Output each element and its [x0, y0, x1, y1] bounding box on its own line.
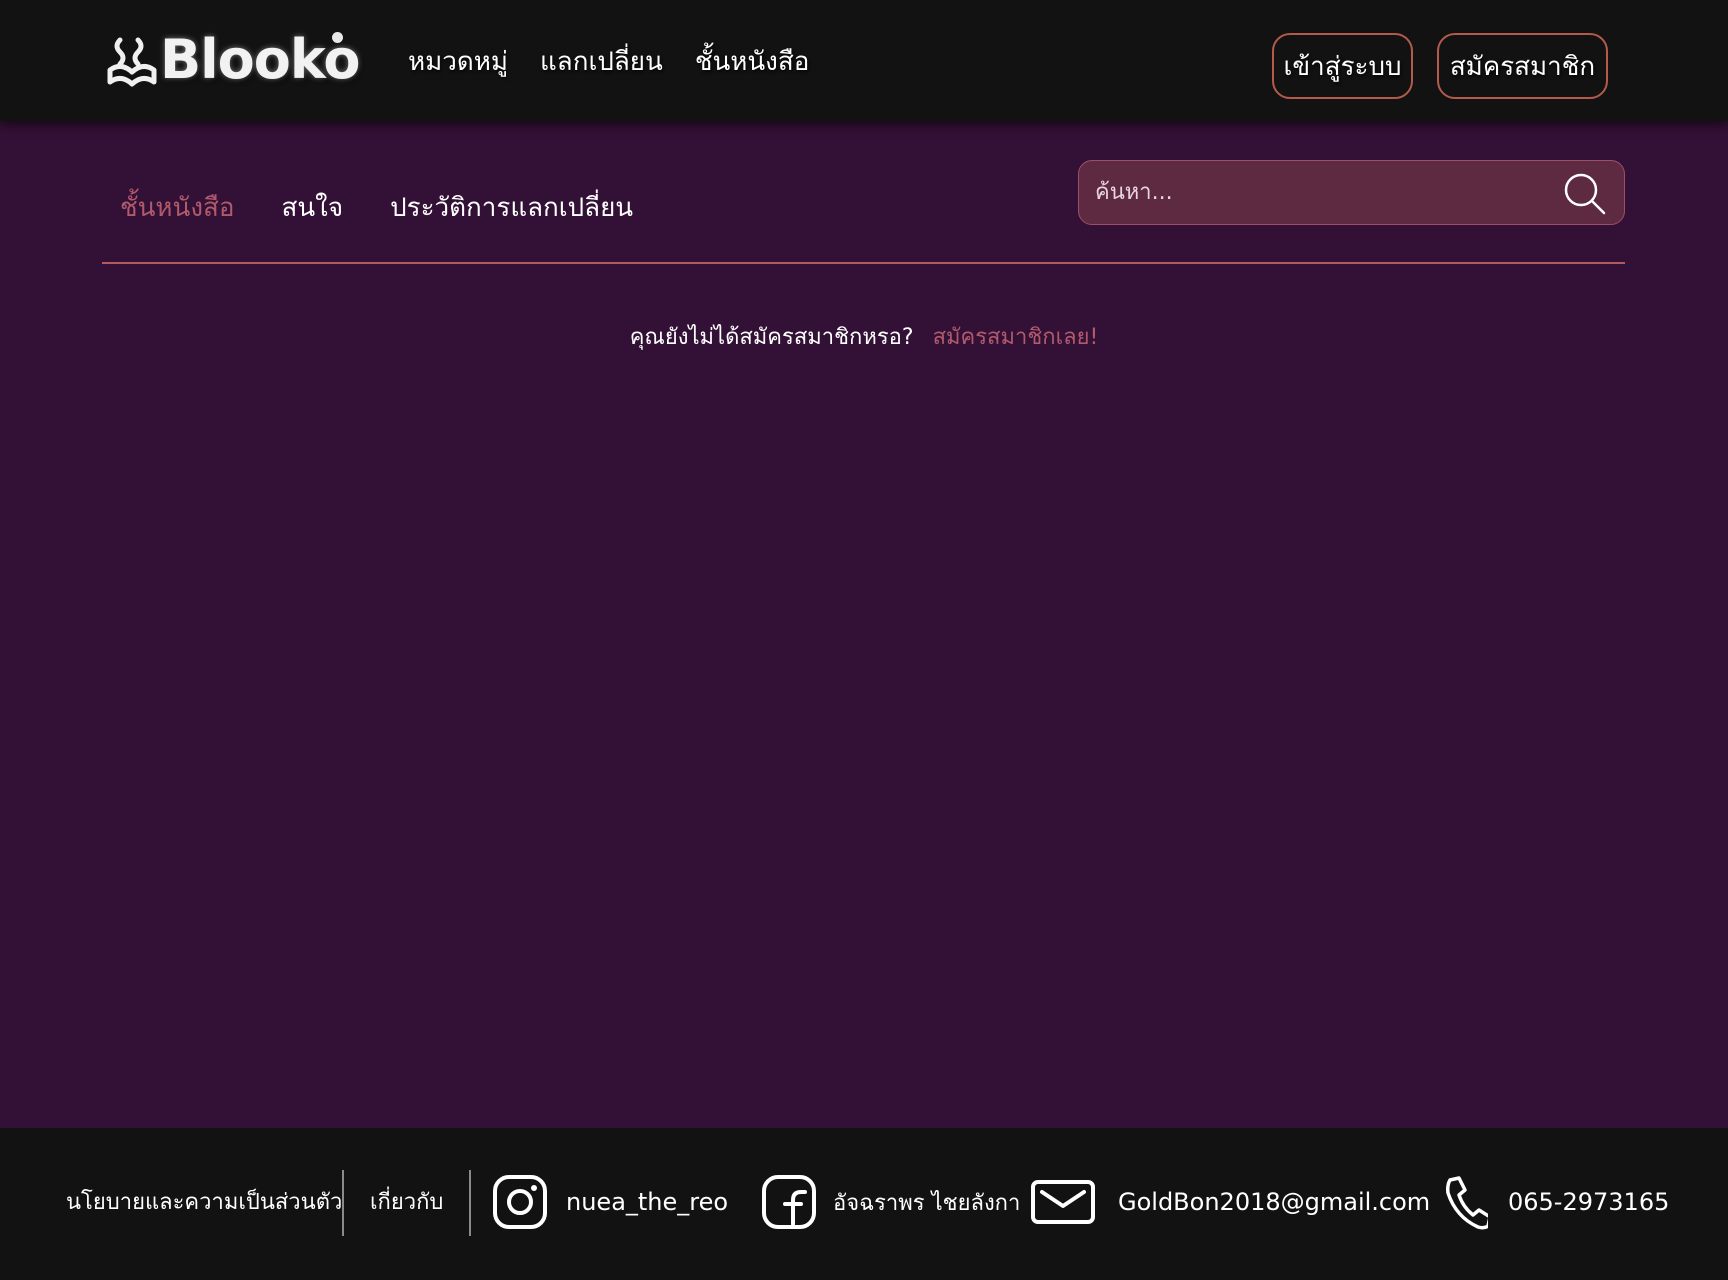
phone-number: 065-2973165 [1508, 1188, 1670, 1216]
privacy-policy-link[interactable]: นโยบายและความเป็นส่วนตัว [66, 1184, 342, 1219]
signup-prompt: คุณยังไม่ได้สมัครสมาชิกหรอ? สมัครสมาชิกเ… [0, 320, 1728, 356]
login-button[interactable]: เข้าสู่ระบบ [1272, 33, 1413, 99]
instagram-icon [493, 1175, 547, 1229]
logo[interactable]: Blooko [106, 28, 360, 92]
signup-prompt-text: คุณยังไม่ได้สมัครสมาชิกหรอ? [629, 325, 914, 350]
instagram-handle: nuea_the_reo [566, 1188, 729, 1216]
email-contact[interactable]: GoldBon2018@gmail.com [1030, 1174, 1430, 1230]
logo-text: Blooko [160, 28, 360, 91]
footer-separator [342, 1170, 344, 1236]
nav-categories[interactable]: หมวดหมู่ [408, 42, 508, 82]
section-divider [102, 262, 1625, 264]
facebook-name: อัจฉราพร ไชยลังกา [833, 1190, 1021, 1216]
signup-now-link[interactable]: สมัครสมาชิกเลย! [933, 325, 1099, 350]
nav-exchange[interactable]: แลกเปลี่ยน [540, 42, 663, 82]
sub-tabs: ชั้นหนังสือ สนใจ ประวัติการแลกเปลี่ยน [120, 190, 633, 226]
signup-button[interactable]: สมัครสมาชิก [1437, 33, 1608, 99]
instagram-contact[interactable]: nuea_the_reo [492, 1174, 728, 1230]
tab-exchange-history[interactable]: ประวัติการแลกเปลี่ยน [390, 190, 633, 226]
main-nav: หมวดหมู่ แลกเปลี่ยน ชั้นหนังสือ [408, 42, 809, 82]
tab-interested[interactable]: สนใจ [282, 190, 344, 226]
nav-bookshelf[interactable]: ชั้นหนังสือ [695, 42, 810, 82]
facebook-icon [762, 1175, 816, 1229]
footer: นโยบายและความเป็นส่วนตัว เกี่ยวกับ nuea_… [0, 1128, 1728, 1280]
search-input[interactable] [1095, 161, 1535, 224]
logo-dot [332, 32, 343, 43]
search-icon[interactable] [1562, 171, 1608, 217]
mail-icon [1031, 1180, 1095, 1224]
tab-bookshelf[interactable]: ชั้นหนังสือ [120, 190, 235, 226]
email-address: GoldBon2018@gmail.com [1118, 1188, 1431, 1216]
about-link[interactable]: เกี่ยวกับ [370, 1184, 443, 1219]
phone-icon [1446, 1176, 1488, 1230]
book-logo-icon [107, 37, 157, 87]
search-box [1078, 160, 1625, 225]
top-navbar: Blooko หมวดหมู่ แลกเปลี่ยน ชั้นหนังสือ เ… [0, 0, 1728, 121]
footer-separator [469, 1170, 471, 1236]
phone-contact[interactable]: 065-2973165 [1440, 1174, 1669, 1230]
facebook-contact[interactable]: อัจฉราพร ไชยลังกา [761, 1174, 1020, 1230]
